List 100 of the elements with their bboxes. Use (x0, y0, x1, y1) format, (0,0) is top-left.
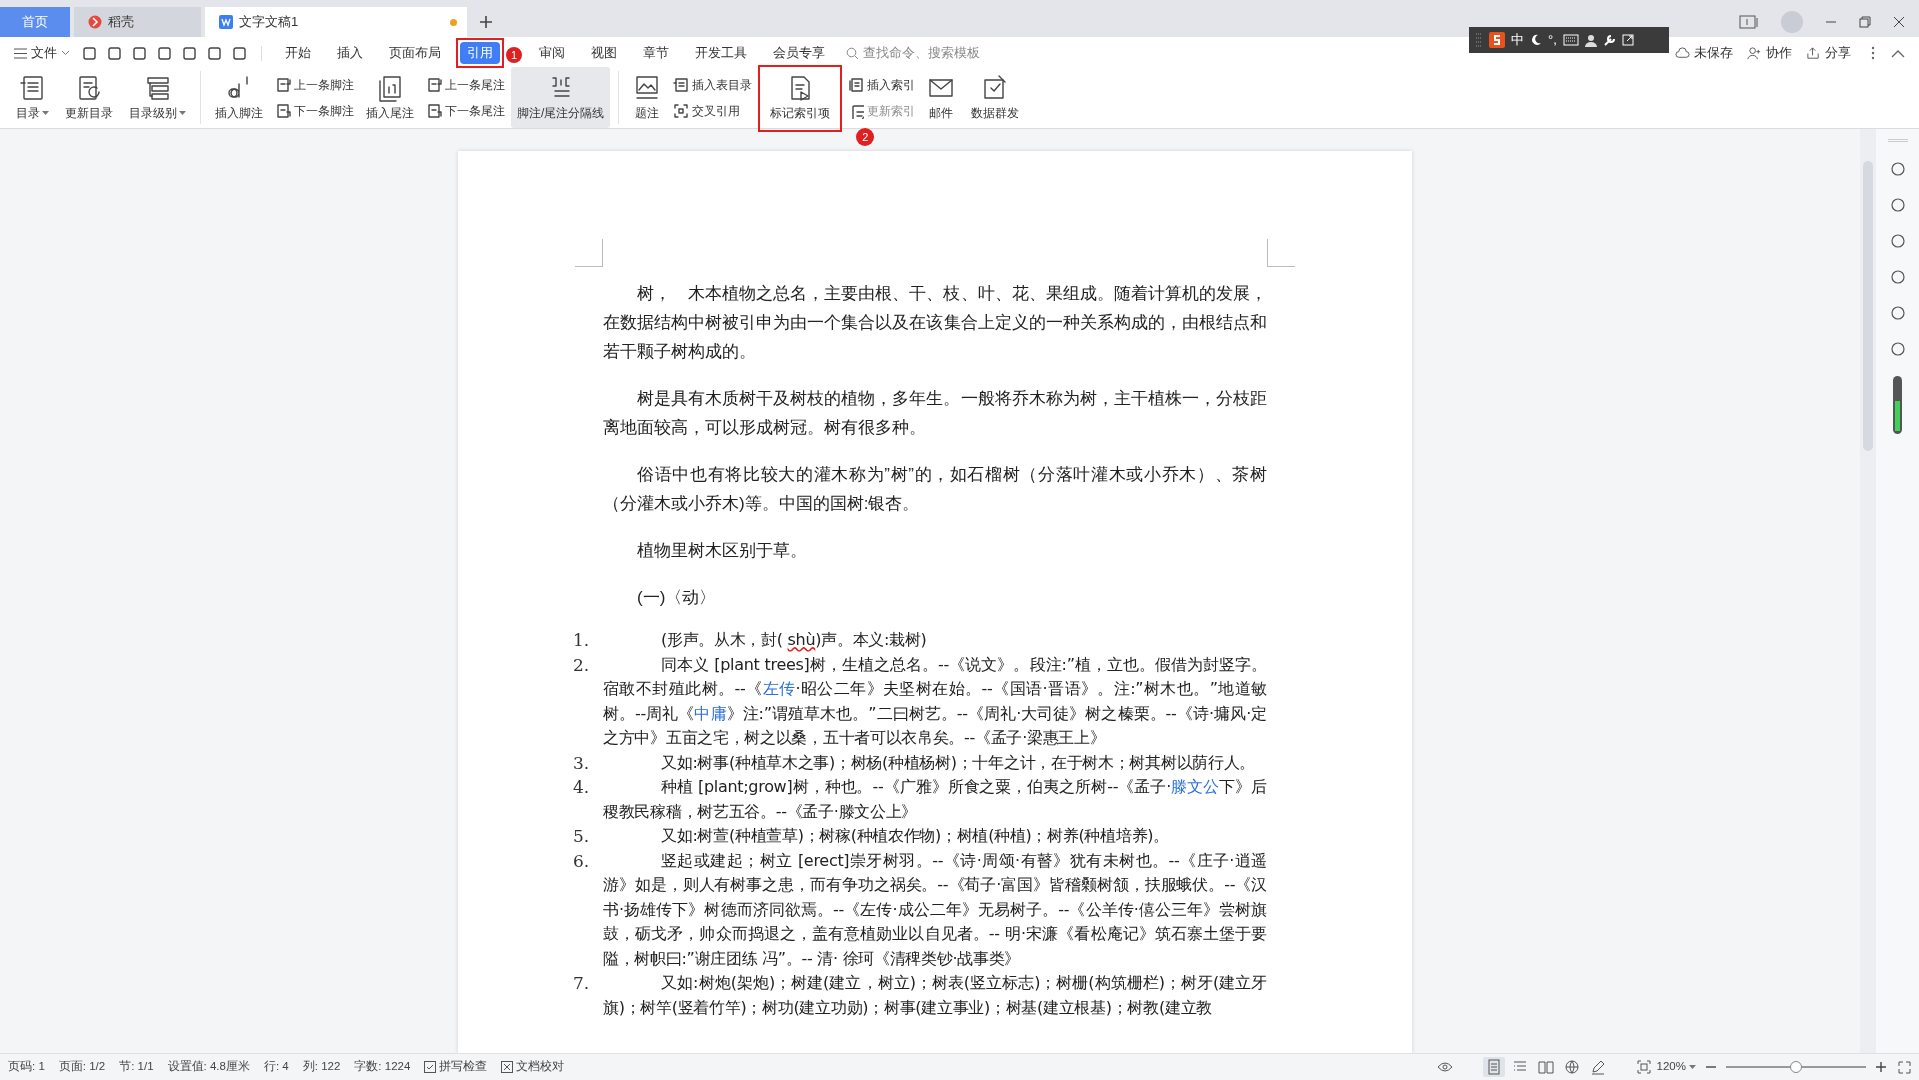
spell-check-button[interactable]: 拼写检查 (424, 1058, 488, 1076)
restore-button[interactable] (1859, 16, 1871, 28)
fit-page-button[interactable] (1636, 1060, 1651, 1074)
status-item: 页面: 1/2 (58, 1059, 106, 1075)
menu-icon (14, 47, 27, 59)
ribbon-button[interactable]: 脚注/尾注分隔线 (511, 67, 611, 128)
ribbon-button[interactable]: 插入索引 (848, 75, 916, 94)
cloud-button[interactable]: 未保存 (1675, 43, 1733, 63)
zoom-level-dropdown[interactable]: 120% (1656, 1058, 1696, 1076)
document-tab[interactable]: 稻壳 (74, 7, 201, 37)
globe-icon (1563, 1059, 1580, 1075)
input-logo-icon (1489, 32, 1505, 48)
list-number: 4. (573, 776, 590, 799)
zoom-in-button[interactable] (1876, 1062, 1886, 1072)
paragraph: 树是具有木质树干及树枝的植物，多年生。一般将乔木称为树，主干植株一，分枝距离地面较高，可以形成树冠。树有很多种。 (603, 388, 1267, 439)
list-number: 2. (573, 653, 590, 677)
plus-icon (1876, 1062, 1886, 1072)
status-item: 字数: 1224 (354, 1059, 411, 1075)
document-down-icon (275, 102, 291, 119)
status-item: 节: 1/1 (119, 1059, 154, 1075)
plus-icon (479, 15, 493, 29)
search-icon (846, 46, 859, 60)
step-number: 2 (856, 128, 875, 146)
share-button[interactable]: 分享 (1806, 43, 1851, 63)
list-item-text: (形声。从木，尌( shù)声。本义:栽树) (660, 629, 928, 651)
user-button[interactable]: 协作 (1747, 43, 1792, 63)
ribbon-button[interactable]: 题注 (627, 67, 668, 128)
highlight-frame (456, 38, 504, 68)
vertical-scrollbar[interactable] (1860, 129, 1876, 1053)
margin-corner-mark (1267, 239, 1295, 267)
menu-tab[interactable]: 会员专享 (766, 42, 832, 64)
ribbon-button[interactable]: 上一条脚注 (275, 75, 354, 94)
checkbox-icon (424, 1061, 437, 1073)
proofread-button[interactable]: 文档校对 (501, 1058, 565, 1076)
status-item: 页码: 1 (8, 1059, 45, 1075)
list-item-text: 竖起或建起；树立 [erect]崇牙树羽。--《诗·周颂·有瞽》犹有未树也。--《庄子·逍遥游》如是，则人有树事之患，而有争功之祸矣。--《荀子·富国》皆稽颡树颔，扶服蛾伏。--《汉书·扬雄传下》树德而济同欲焉。--《左传·成公二年》无易树子。--《公羊传·僖公三年》尝树旗鼓，砺戈矛，帅众而捣退之，盖有意植勋业以自见者。-- 明·宋濂《看松庵记》筑石寨土堡于要隘，树帜曰:”谢庄团练 冯”。-- 清· 徐珂《清稗类钞·战事类》 (603, 849, 1267, 970)
menu-tab[interactable]: 页面布局 (382, 42, 448, 64)
status-item: 设置值: 4.8厘米 (167, 1059, 250, 1075)
book-icon (1537, 1059, 1554, 1075)
ribbon-button[interactable]: 插入表目录 (673, 75, 753, 94)
paragraph: 俗语中也有将比较大的灌木称为”树”的，如石榴树（分落叶灌木或小乔木）、茶树（分灌木或小乔木)等。中国的国树:银杏。 (603, 464, 1267, 515)
flame-logo-icon (88, 15, 102, 29)
ribbon-button[interactable]: 下一条脚注 (275, 101, 354, 120)
list-number: 5. (573, 825, 590, 848)
proofread-icon (501, 1061, 514, 1073)
list-number: 7. (573, 972, 590, 995)
ribbon-button[interactable]: 邮件 (921, 67, 962, 128)
menu-tab[interactable]: 视图 (584, 42, 624, 64)
collapse-ribbon-button[interactable] (1891, 48, 1905, 58)
user-icon (1584, 33, 1597, 47)
menu-tab[interactable]: 开始 (278, 42, 318, 64)
paragraph: 植物里树木区别于草。 (636, 540, 808, 562)
ribbon-button[interactable]: 目录 (10, 67, 55, 128)
list-number: 3. (573, 751, 590, 775)
endnote-icon (376, 73, 404, 102)
file-menu-button[interactable]: 文件 (14, 43, 70, 63)
fullscreen-icon (1898, 1060, 1911, 1074)
moon-icon (1530, 34, 1542, 46)
ribbon-button[interactable]: 上一条尾注 (426, 75, 505, 94)
ribbon-button[interactable]: 插入脚注 (209, 67, 269, 128)
margin-corner-mark (575, 239, 603, 267)
fullscreen-button[interactable] (1898, 1060, 1911, 1074)
zoom-slider[interactable] (1790, 1061, 1802, 1073)
punctuation-mode[interactable]: °, (1548, 30, 1557, 50)
index-icon (848, 76, 865, 93)
page-view-icon (1485, 1059, 1502, 1075)
list-item-text: 又如:树萱(种植萱草)；树稼(种植农作物)；树植(种植)；树养(种植培养)。 (660, 825, 1170, 847)
eye-protection-button[interactable] (1436, 1061, 1453, 1073)
close-icon (1893, 16, 1905, 28)
ribbon-button[interactable]: 更新目录 (59, 67, 119, 128)
menu-tab[interactable]: 引用 (460, 42, 500, 64)
more-button[interactable] (1871, 46, 1875, 60)
cloud-icon (1675, 45, 1690, 61)
link[interactable]: 左传 (762, 679, 796, 698)
list-number: 1. (573, 629, 590, 652)
ribbon-button[interactable]: 插入尾注 (360, 67, 420, 128)
link[interactable]: 滕文公 (1171, 777, 1220, 796)
grip-icon (1475, 32, 1483, 48)
menu-tab[interactable]: 章节 (636, 42, 676, 64)
input-mode[interactable]: 中 (1511, 30, 1524, 50)
close-button[interactable] (1893, 16, 1905, 28)
link[interactable]: 中庸 (694, 703, 727, 723)
list-item-text: 又如:树事(种植草木之事)；树杨(种植杨树)；十年之计，在于树木；树其树以荫行人。 (660, 751, 1257, 774)
chevron-up-icon (1891, 48, 1905, 58)
list-item-text: 种植 [plant;grow]树，种也。--《广雅》所食之粟，伯夷之所树--《孟子·滕文公下》后稷教民稼穑，树艺五谷。--《孟子·滕文公上》 (603, 776, 1267, 823)
menu-tab[interactable]: 开发工具 (688, 42, 754, 64)
command-search-field[interactable]: 查找命令、搜索模板 (846, 43, 993, 63)
menu-tab[interactable]: 插入 (330, 42, 370, 64)
ime-toolbar[interactable]: 中 °, (1469, 27, 1669, 53)
menu-tab[interactable]: 审阅 (532, 42, 572, 64)
list-number: 6. (573, 849, 590, 873)
step-number: 1 (506, 47, 522, 63)
share-icon (1806, 45, 1821, 61)
ribbon-button[interactable]: 下一条尾注 (426, 101, 505, 120)
ribbon-button[interactable]: 数据群发 (965, 67, 1026, 128)
ribbon-button[interactable]: 目录级别 (123, 67, 192, 128)
add-user-icon (1747, 45, 1762, 61)
document-tab[interactable]: 文字文稿1 (205, 7, 467, 37)
ribbon-button[interactable]: 交叉引用 (673, 101, 753, 120)
ribbon-button[interactable]: 标记索引项 (758, 67, 843, 128)
